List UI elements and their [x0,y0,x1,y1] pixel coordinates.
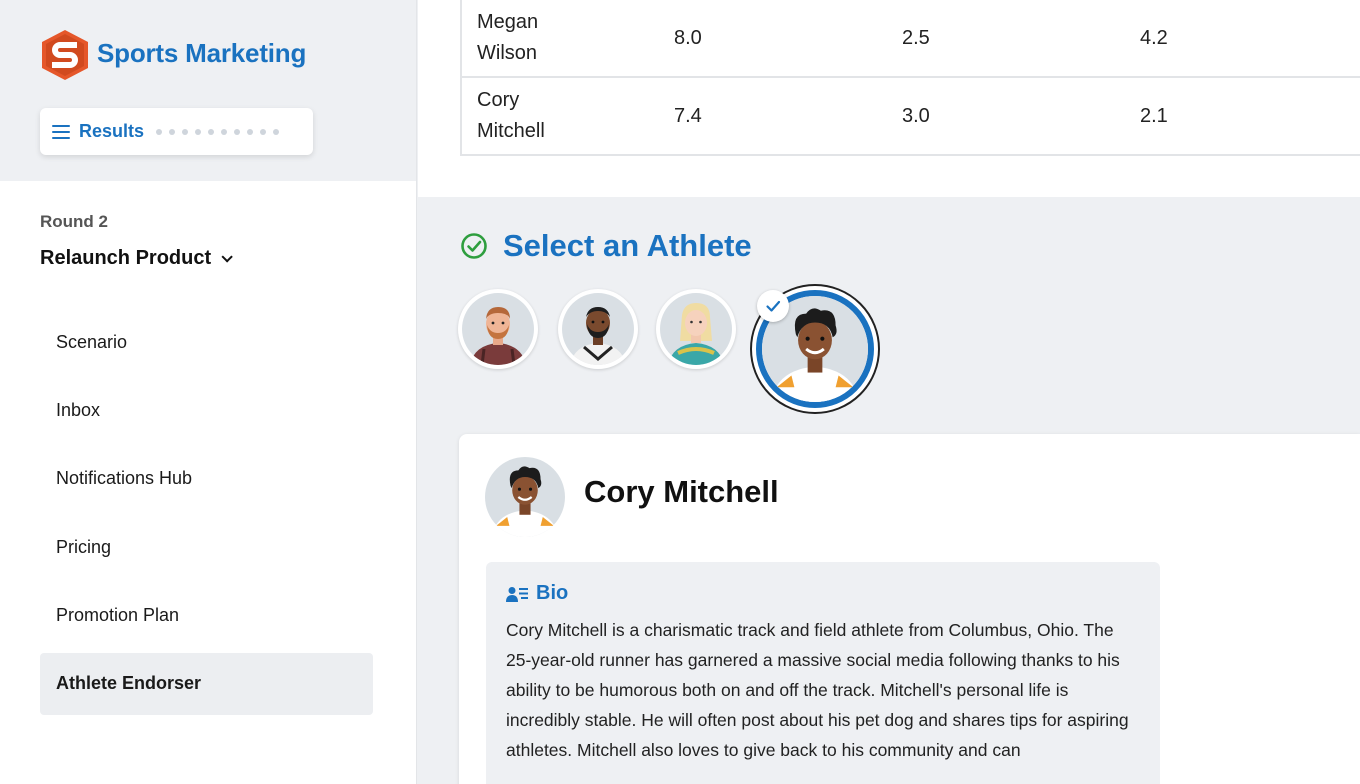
athlete-avatar-1[interactable] [458,289,538,369]
table-row: Cory Mitchell 7.4 3.0 2.1 [462,78,1360,156]
athlete-last-name: Wilson [477,42,538,64]
sidebar-item-label: Notifications Hub [56,468,193,489]
athlete-avatar-3[interactable] [656,289,736,369]
athlete-avatar-2[interactable] [558,289,638,369]
table-cell: 2.5 [902,26,930,49]
athlete-portrait-icon [462,293,534,365]
hamburger-menu-icon [52,124,70,139]
bio-header: Bio [506,582,1140,605]
bio-text: Cory Mitchell is a charismatic track and… [506,620,1129,760]
round-label: Round 2 [40,212,108,231]
main-content: Megan Wilson 8.0 2.5 4.2 Cory Mitchell 7… [418,0,1360,784]
sidebar-header: Sports Marketing Results [0,0,416,181]
athlete-name-cell: Cory Mitchell [462,85,674,147]
s-hexagon-logo-icon[interactable] [40,29,90,81]
sidebar-item-label: Scenario [56,331,128,352]
checkmark-icon [766,300,781,312]
selected-check-badge [757,290,789,322]
sidebar-item-label: Athlete Endorser [56,673,202,694]
person-list-icon [506,586,528,602]
sidebar: Sports Marketing Results Round 2 Relaunc… [0,0,417,784]
table-cell: 7.4 [674,104,702,127]
athlete-portrait-icon [660,293,732,365]
chevron-down-icon [221,250,233,263]
sidebar-item-athlete-endorser[interactable]: Athlete Endorser [40,652,373,715]
athlete-first-name: Megan [477,11,539,33]
athlete-detail-card: Cory Mitchell Bio Cory Mitchell is a cha… [459,434,1360,784]
athlete-portrait-icon [562,293,634,365]
sidebar-item-label: Pricing [56,536,112,557]
select-athlete-title: Select an Athlete [503,228,752,263]
progress-dots [156,128,280,135]
athlete-avatar [485,457,565,537]
athlete-portrait-icon [485,457,565,537]
athlete-first-name: Cory [477,89,520,111]
sidebar-item-label: Inbox [56,399,101,420]
table-cell: 2.1 [1140,104,1168,127]
table-cell: 4.2 [1140,26,1168,49]
brand-title: Sports Marketing [97,38,307,68]
phase-dropdown[interactable]: Relaunch Product [40,247,233,270]
sidebar-item-promotion-plan[interactable]: Promotion Plan [40,585,373,647]
athlete-last-name: Mitchell [477,120,545,142]
athlete-stats-table: Megan Wilson 8.0 2.5 4.2 Cory Mitchell 7… [460,0,1360,156]
results-button[interactable]: Results [40,108,313,155]
phase-label: Relaunch Product [40,247,212,269]
bio-section: Bio Cory Mitchell is a charismatic track… [486,562,1160,784]
bio-title: Bio [536,582,569,604]
athlete-name-heading: Cory Mitchell [584,474,779,509]
sidebar-item-pricing[interactable]: Pricing [40,516,373,578]
sidebar-item-notifications-hub[interactable]: Notifications Hub [40,448,373,510]
sidebar-nav: Scenario Inbox Notifications Hub Pricing… [40,311,373,721]
results-label: Results [79,121,145,141]
sidebar-item-scenario[interactable]: Scenario [40,311,373,373]
table-cell: 3.0 [902,104,930,127]
table-cell: 8.0 [674,26,702,49]
athlete-name-cell: Megan Wilson [462,7,674,69]
check-circle-icon [461,233,487,259]
sidebar-item-inbox[interactable]: Inbox [40,379,373,441]
athlete-stats-panel: Megan Wilson 8.0 2.5 4.2 Cory Mitchell 7… [418,0,1360,197]
table-row: Megan Wilson 8.0 2.5 4.2 [462,0,1360,78]
sidebar-item-label: Promotion Plan [56,605,180,626]
select-athlete-header: Select an Athlete [460,228,752,264]
